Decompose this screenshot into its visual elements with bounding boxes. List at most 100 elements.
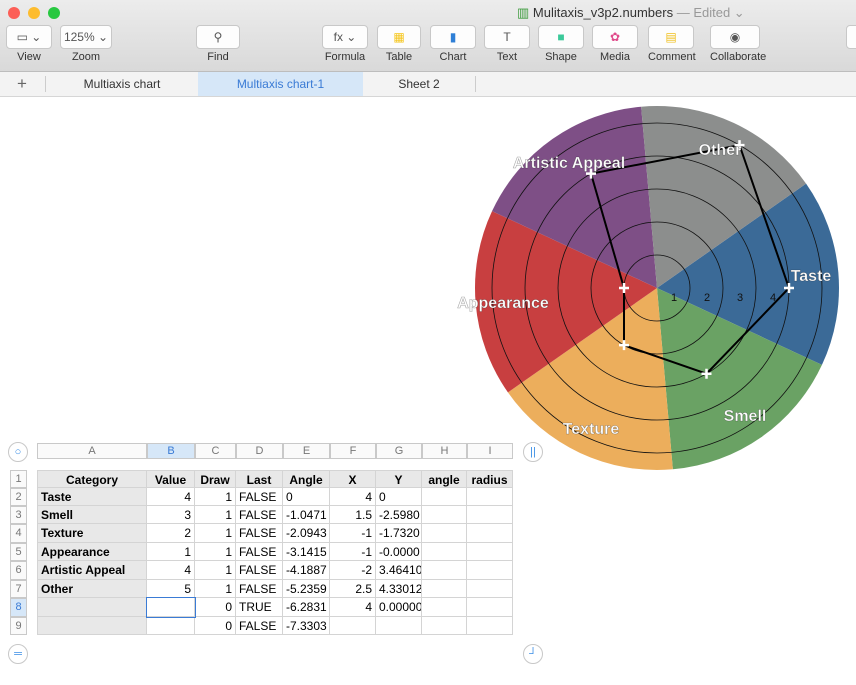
add-row-handle[interactable]: ═ bbox=[8, 644, 28, 664]
table-cell[interactable] bbox=[422, 488, 467, 506]
table-cell[interactable]: 0 bbox=[195, 598, 236, 617]
table-cell[interactable]: -2.5980 bbox=[376, 506, 422, 524]
table-cell[interactable]: -1 bbox=[330, 543, 376, 561]
column-title[interactable]: angle bbox=[422, 470, 467, 488]
table-cell[interactable] bbox=[422, 561, 467, 580]
table-cell[interactable]: 4 bbox=[147, 488, 195, 506]
table-cell[interactable]: 4 bbox=[330, 598, 376, 617]
table-cell[interactable] bbox=[467, 598, 513, 617]
row-header[interactable]: 5 bbox=[10, 543, 27, 561]
resize-table-handle[interactable]: ┘ bbox=[523, 644, 543, 664]
column-header-D[interactable]: D bbox=[236, 443, 283, 459]
column-title[interactable]: Category bbox=[37, 470, 147, 488]
table-cell[interactable]: Taste bbox=[37, 488, 147, 506]
column-header-C[interactable]: C bbox=[195, 443, 236, 459]
table-cell[interactable]: -1.0471 bbox=[283, 506, 330, 524]
column-title[interactable]: Y bbox=[376, 470, 422, 488]
row-header[interactable]: 8 bbox=[10, 598, 27, 617]
table-cell[interactable]: TRUE bbox=[236, 598, 283, 617]
column-header-G[interactable]: G bbox=[376, 443, 422, 459]
table-cell[interactable]: 5 bbox=[147, 580, 195, 598]
table-cell[interactable]: FALSE bbox=[236, 488, 283, 506]
table-cell[interactable] bbox=[146, 597, 196, 618]
table-cell[interactable] bbox=[467, 561, 513, 580]
table-cell[interactable]: 4.33012 bbox=[376, 580, 422, 598]
table-cell[interactable] bbox=[467, 524, 513, 543]
column-header-E[interactable]: E bbox=[283, 443, 330, 459]
table-cell[interactable]: 1 bbox=[147, 543, 195, 561]
table-cell[interactable] bbox=[422, 524, 467, 543]
table-cell[interactable]: 3.46410 bbox=[376, 561, 422, 580]
table-cell[interactable]: -4.1887 bbox=[283, 561, 330, 580]
column-title[interactable]: Draw bbox=[195, 470, 236, 488]
table-cell[interactable]: 1 bbox=[195, 543, 236, 561]
table-cell[interactable]: 0 bbox=[376, 488, 422, 506]
table-cell[interactable]: 2.5 bbox=[330, 580, 376, 598]
table-cell[interactable]: 1.5 bbox=[330, 506, 376, 524]
table-cell[interactable] bbox=[467, 543, 513, 561]
table-cell[interactable]: -6.2831 bbox=[283, 598, 330, 617]
table-cell[interactable] bbox=[467, 506, 513, 524]
table-cell[interactable] bbox=[467, 580, 513, 598]
table-cell[interactable]: 2 bbox=[147, 524, 195, 543]
table-cell[interactable]: 0 bbox=[283, 488, 330, 506]
row-header[interactable]: 2 bbox=[10, 488, 27, 506]
table-cell[interactable]: -1.7320 bbox=[376, 524, 422, 543]
table-cell[interactable] bbox=[37, 598, 147, 617]
table-cell[interactable]: -0.0000 bbox=[376, 543, 422, 561]
table-cell[interactable]: FALSE bbox=[236, 543, 283, 561]
table-cell[interactable]: -2 bbox=[330, 561, 376, 580]
table-cell[interactable]: 3 bbox=[147, 506, 195, 524]
table-cell[interactable]: 4 bbox=[147, 561, 195, 580]
row-header[interactable]: 3 bbox=[10, 506, 27, 524]
table-cell[interactable]: Texture bbox=[37, 524, 147, 543]
table-cell[interactable]: 1 bbox=[195, 506, 236, 524]
table-cell[interactable] bbox=[147, 617, 195, 635]
add-column-handle[interactable]: || bbox=[523, 442, 543, 462]
table-cell[interactable]: Artistic Appeal bbox=[37, 561, 147, 580]
table-cell[interactable] bbox=[467, 488, 513, 506]
column-header-B[interactable]: B bbox=[147, 443, 195, 459]
table-cell[interactable]: 0.00000 bbox=[376, 598, 422, 617]
table-cell[interactable] bbox=[422, 506, 467, 524]
table-cell[interactable]: Smell bbox=[37, 506, 147, 524]
column-title[interactable]: Value bbox=[147, 470, 195, 488]
row-header[interactable]: 9 bbox=[10, 617, 27, 635]
table-cell[interactable]: 1 bbox=[195, 561, 236, 580]
table-cell[interactable] bbox=[422, 598, 467, 617]
table-cell[interactable]: -5.2359 bbox=[283, 580, 330, 598]
column-header-A[interactable]: A bbox=[37, 443, 147, 459]
table-cell[interactable] bbox=[376, 617, 422, 635]
column-title[interactable]: radius bbox=[467, 470, 513, 488]
table-cell[interactable]: FALSE bbox=[236, 524, 283, 543]
table-cell[interactable]: Other bbox=[37, 580, 147, 598]
table-cell[interactable] bbox=[422, 543, 467, 561]
table-cell[interactable] bbox=[422, 617, 467, 635]
row-header[interactable]: 4 bbox=[10, 524, 27, 543]
table-cell[interactable]: 0 bbox=[195, 617, 236, 635]
table-cell[interactable]: -7.3303 bbox=[283, 617, 330, 635]
row-header[interactable]: 1 bbox=[10, 470, 27, 488]
table-cell[interactable] bbox=[330, 617, 376, 635]
column-title[interactable]: Last bbox=[236, 470, 283, 488]
row-header[interactable]: 7 bbox=[10, 580, 27, 598]
table-cell[interactable]: FALSE bbox=[236, 561, 283, 580]
table-cell[interactable]: Appearance bbox=[37, 543, 147, 561]
table-cell[interactable]: 1 bbox=[195, 580, 236, 598]
table-cell[interactable]: FALSE bbox=[236, 506, 283, 524]
table-select-handle[interactable]: ○ bbox=[8, 442, 28, 462]
table-cell[interactable] bbox=[422, 580, 467, 598]
column-title[interactable]: X bbox=[330, 470, 376, 488]
table-cell[interactable] bbox=[467, 617, 513, 635]
table-cell[interactable]: -2.0943 bbox=[283, 524, 330, 543]
table-cell[interactable]: FALSE bbox=[236, 617, 283, 635]
table-cell[interactable]: -3.1415 bbox=[283, 543, 330, 561]
table-cell[interactable]: 1 bbox=[195, 524, 236, 543]
table-cell[interactable]: 4 bbox=[330, 488, 376, 506]
column-title[interactable]: Angle bbox=[283, 470, 330, 488]
table-cell[interactable]: 1 bbox=[195, 488, 236, 506]
column-header-F[interactable]: F bbox=[330, 443, 376, 459]
column-header-H[interactable]: H bbox=[422, 443, 467, 459]
column-header-I[interactable]: I bbox=[467, 443, 513, 459]
table-cell[interactable] bbox=[37, 617, 147, 635]
